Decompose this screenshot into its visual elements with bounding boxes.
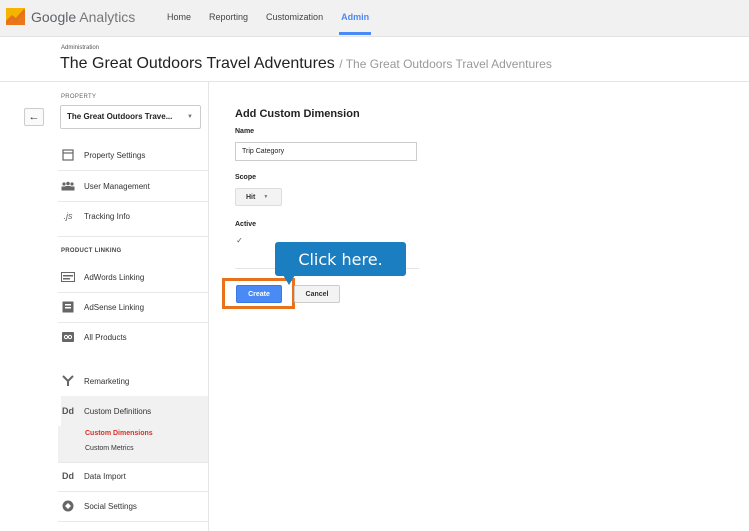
sidebar-item-property-settings[interactable]: Property Settings (61, 140, 208, 170)
top-nav: Home Reporting Customization Admin (158, 0, 378, 37)
sidebar-item-label: User Management (84, 181, 150, 191)
nav-reporting[interactable]: Reporting (200, 0, 257, 37)
callout-pointer (283, 275, 295, 285)
sidebar-item-label: Data Import (84, 471, 126, 481)
sidebar-item-adsense-linking[interactable]: AdSense Linking (61, 292, 208, 322)
sidebar-item-label: Remarketing (84, 376, 130, 386)
top-bar: Google Analytics Home Reporting Customiz… (0, 0, 749, 37)
sidebar-item-adwords-linking[interactable]: AdWords Linking (61, 262, 208, 292)
scope-label: Scope (235, 174, 257, 181)
users-icon (61, 179, 75, 193)
name-label: Name (235, 128, 255, 135)
logo-text: Google Analytics (31, 8, 136, 25)
sidebar-item-tracking-info[interactable]: .js Tracking Info (61, 201, 208, 231)
sidebar-item-all-products[interactable]: All Products (61, 322, 208, 352)
form-title: Add Custom Dimension (235, 108, 360, 120)
adwords-icon (61, 270, 75, 284)
scope-dropdown[interactable]: Hit ▼ (235, 188, 282, 206)
property-select[interactable]: The Great Outdoors Trave... ▼ (60, 105, 201, 129)
sidebar-item-label: Custom Definitions (84, 406, 152, 416)
active-checkbox[interactable]: ✓ (235, 236, 244, 245)
analytics-logo-icon (4, 8, 27, 25)
product-linking-heading: PRODUCT LINKING (61, 248, 122, 254)
name-input[interactable]: Trip Category (235, 142, 417, 161)
remarketing-icon (61, 374, 75, 388)
sidebar-item-remarketing[interactable]: Remarketing (61, 366, 208, 396)
back-button[interactable]: ← (24, 108, 44, 126)
scope-value: Hit (246, 193, 256, 201)
divider (58, 521, 208, 522)
nav-home[interactable]: Home (158, 0, 200, 37)
sidebar-item-label: All Products (84, 332, 127, 342)
chevron-down-icon: ▼ (263, 194, 269, 200)
sidebar-divider (208, 82, 209, 531)
cancel-button[interactable]: Cancel (294, 285, 340, 303)
sidebar-item-label: Property Settings (84, 150, 146, 160)
chevron-down-icon: ▼ (187, 114, 193, 120)
active-label: Active (235, 221, 257, 228)
divider (58, 236, 208, 237)
js-icon: .js (63, 211, 73, 221)
breadcrumb: Administration (61, 45, 100, 51)
account-title: The Great Outdoors Travel Adventures (60, 55, 335, 72)
adsense-icon (61, 300, 75, 314)
page-title: The Great Outdoors Travel Adventures / T… (60, 55, 552, 73)
sidebar-item-label: AdWords Linking (84, 272, 145, 282)
property-subtitle: / The Great Outdoors Travel Adventures (339, 57, 552, 71)
sidebar-subitem-custom-dimensions[interactable]: Custom Dimensions (85, 430, 153, 437)
sidebar-item-label: Tracking Info (84, 211, 130, 221)
property-select-value: The Great Outdoors Trave... (67, 112, 173, 121)
all-products-icon (61, 330, 75, 344)
custom-definitions-icon: Dd (62, 406, 74, 416)
sidebar-subitem-custom-metrics[interactable]: Custom Metrics (85, 445, 134, 452)
property-label: PROPERTY (61, 94, 97, 100)
logo[interactable]: Google Analytics (4, 8, 136, 25)
social-icon (61, 499, 75, 513)
sidebar-item-data-import[interactable]: Dd Data Import (61, 461, 208, 491)
checkmark-icon: ✓ (236, 236, 243, 245)
header-divider (0, 81, 749, 82)
sidebar-item-custom-definitions[interactable]: Dd Custom Definitions (61, 396, 208, 426)
create-button[interactable]: Create (236, 285, 282, 303)
sidebar-item-social-settings[interactable]: Social Settings (61, 491, 208, 521)
data-import-icon: Dd (62, 471, 74, 481)
nav-admin[interactable]: Admin (332, 0, 378, 37)
sidebar-item-label: AdSense Linking (84, 302, 145, 312)
property-settings-icon (61, 148, 75, 162)
sidebar-item-label: Social Settings (84, 501, 137, 511)
click-here-callout: Click here. (275, 242, 406, 276)
nav-customization[interactable]: Customization (257, 0, 332, 37)
sidebar-item-user-management[interactable]: User Management (61, 171, 208, 201)
back-arrow-icon: ← (28, 111, 40, 123)
